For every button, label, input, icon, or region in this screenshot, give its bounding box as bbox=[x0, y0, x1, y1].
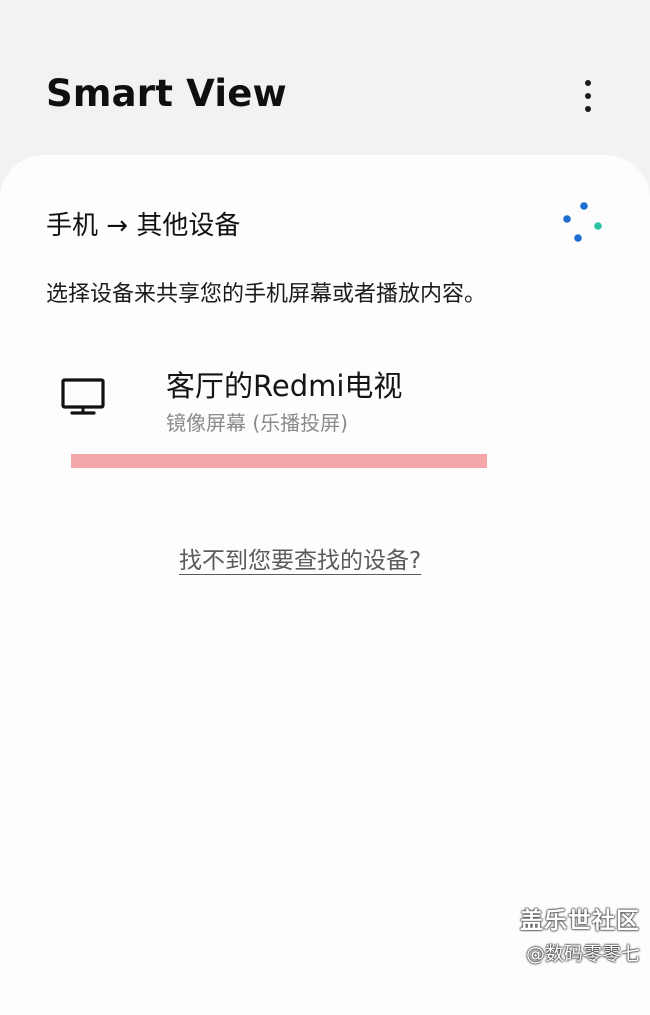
watermark: 盖乐世社区 @数码零零七 bbox=[520, 901, 640, 966]
app-bar: Smart View bbox=[0, 0, 650, 155]
redaction-bar bbox=[71, 454, 487, 468]
section-title: 手机 → 其他设备 bbox=[46, 211, 241, 241]
tv-icon bbox=[61, 378, 105, 415]
device-item[interactable]: 客厅的Redmi电视 镜像屏幕 (乐播投屏) bbox=[40, 353, 600, 453]
app-title: Smart View bbox=[46, 72, 287, 115]
more-options-button[interactable] bbox=[570, 74, 606, 118]
more-vertical-icon bbox=[585, 80, 591, 86]
scanning-dots-icon bbox=[563, 202, 602, 242]
device-status: 镜像屏幕 (乐播投屏) bbox=[166, 411, 348, 435]
watermark-author: @数码零零七 bbox=[525, 943, 640, 965]
smart-view-card: 手机 → 其他设备 选择设备来共享您的手机屏幕或者播放内容。 客厅的Redmi电… bbox=[0, 155, 650, 1015]
cant-find-device-link[interactable]: 找不到您要查找的设备? bbox=[179, 541, 421, 575]
device-name: 客厅的Redmi电视 bbox=[166, 369, 403, 403]
watermark-community: 盖乐世社区 bbox=[520, 908, 640, 934]
description-text: 选择设备来共享您的手机屏幕或者播放内容。 bbox=[46, 282, 487, 307]
